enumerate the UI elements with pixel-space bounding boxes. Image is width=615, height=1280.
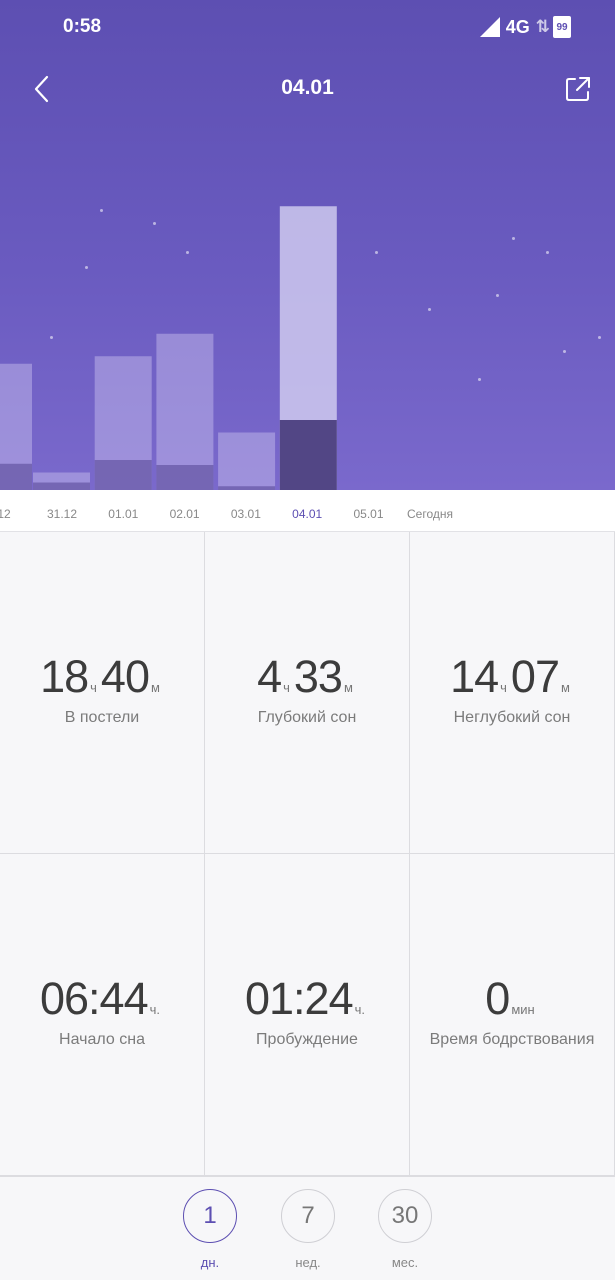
battery-icon: 99 [553, 16, 571, 38]
stat-unit: м [560, 679, 570, 695]
sleep-bar-4[interactable] [218, 432, 276, 491]
stat-label: Неглубокий сон [453, 708, 571, 726]
date-label-2[interactable]: 01.01 [108, 507, 138, 521]
stat-cell-4: 01:24 ч. Пробуждение [205, 854, 410, 1176]
range-label: нед. [295, 1255, 321, 1270]
network-type: 4G [505, 16, 530, 37]
stat-cell-5: 0 мин Время бодрствования [410, 854, 615, 1176]
share-button[interactable] [563, 74, 593, 104]
nav-bar: 04.01 [0, 62, 615, 116]
stat-number: 18 [40, 650, 89, 702]
date-label-5[interactable]: 04.01 [292, 507, 322, 521]
status-time: 0:58 [63, 16, 102, 37]
stat-value: 18 ч 40 м [40, 651, 164, 703]
stat-value: 14 ч 07 м [450, 651, 574, 703]
stat-number: 07 [510, 650, 560, 702]
range-button-30[interactable]: 30 мес. [378, 1189, 432, 1270]
range-button-7[interactable]: 7 нед. [281, 1189, 335, 1270]
stat-cell-3: 06:44 ч. Начало сна [0, 854, 205, 1176]
stat-number: 01:24 [244, 972, 354, 1024]
range-circle: 1 [183, 1189, 237, 1243]
status-icons: 4G ⇅ 99 [479, 16, 571, 38]
range-label: дн. [200, 1255, 220, 1270]
bar-deep-5 [279, 420, 337, 490]
stat-unit: ч [283, 679, 290, 695]
stat-number: 06:44 [39, 972, 149, 1024]
stat-label: Начало сна [59, 1030, 145, 1048]
date-label-1[interactable]: 31.12 [47, 507, 77, 521]
date-axis: 12 31.12 01.01 02.01 03.01 04.01 05.01 Сегодня [0, 490, 615, 532]
stat-unit: ч [90, 679, 97, 695]
stat-unit: мин [511, 1001, 535, 1017]
stat-number: 40 [100, 650, 150, 702]
date-label-0[interactable]: 12 [0, 507, 11, 521]
share-icon [566, 77, 590, 101]
sleep-bar-0[interactable] [0, 363, 32, 490]
date-label-6[interactable]: 05.01 [353, 507, 383, 521]
bar-deep-3 [156, 465, 214, 490]
stat-unit: м [150, 679, 160, 695]
date-label-4[interactable]: 03.01 [231, 507, 261, 521]
range-circle: 30 [378, 1189, 432, 1243]
bar-deep-2 [94, 460, 152, 490]
sleep-bar-3[interactable] [156, 333, 214, 490]
stat-value: 06:44 ч. [40, 973, 164, 1025]
range-label: мес. [391, 1255, 419, 1270]
bar-deep-1 [33, 482, 90, 490]
stat-unit: м [343, 679, 353, 695]
sleep-bar-1[interactable] [33, 472, 90, 491]
stat-label: Пробуждение [256, 1030, 358, 1048]
stat-unit: ч. [149, 1001, 160, 1017]
page-title: 04.01 [281, 76, 334, 99]
signal-icon [479, 17, 500, 37]
stat-label: В постели [64, 708, 140, 726]
stat-value: 0 мин [485, 973, 538, 1025]
date-label-7[interactable]: Сегодня [407, 507, 453, 521]
sleep-bar-2[interactable] [94, 356, 152, 490]
stat-number: 14 [450, 650, 499, 702]
stat-label: Время бодрствования [429, 1030, 595, 1048]
sleep-bar-5[interactable] [279, 206, 337, 490]
stat-value: 01:24 ч. [245, 973, 369, 1025]
stat-unit: ч. [354, 1001, 365, 1017]
stat-number: 33 [293, 650, 343, 702]
bar-total-4 [218, 432, 276, 490]
status-bar: 0:58 4G ⇅ 99 [0, 0, 615, 56]
stat-label: Глубокий сон [257, 708, 357, 726]
stat-cell-0: 18 ч 40 м В постели [0, 532, 205, 854]
range-selector: 1 дн. 7 нед. 30 мес. [0, 1176, 615, 1280]
range-button-1[interactable]: 1 дн. [183, 1189, 237, 1270]
stat-number: 4 [257, 650, 282, 702]
battery-level: 99 [556, 21, 568, 33]
date-label-3[interactable]: 02.01 [170, 507, 200, 521]
sleep-chart-header: 0:58 4G ⇅ 99 04.01 [0, 0, 615, 490]
stat-number: 0 [485, 972, 510, 1024]
stat-cell-2: 14 ч 07 м Неглубокий сон [410, 532, 615, 854]
stat-value: 4 ч 33 м [257, 651, 357, 703]
range-circle: 7 [281, 1189, 335, 1243]
stats-grid: 18 ч 40 м В постели 4 ч 33 м Глубокий сон 14 ч 07 м Не… [0, 532, 615, 1176]
data-arrows-icon: ⇅ [535, 17, 550, 36]
stat-unit: ч [500, 679, 507, 695]
stat-cell-1: 4 ч 33 м Глубокий сон [205, 532, 410, 854]
bar-deep-0 [0, 463, 32, 490]
